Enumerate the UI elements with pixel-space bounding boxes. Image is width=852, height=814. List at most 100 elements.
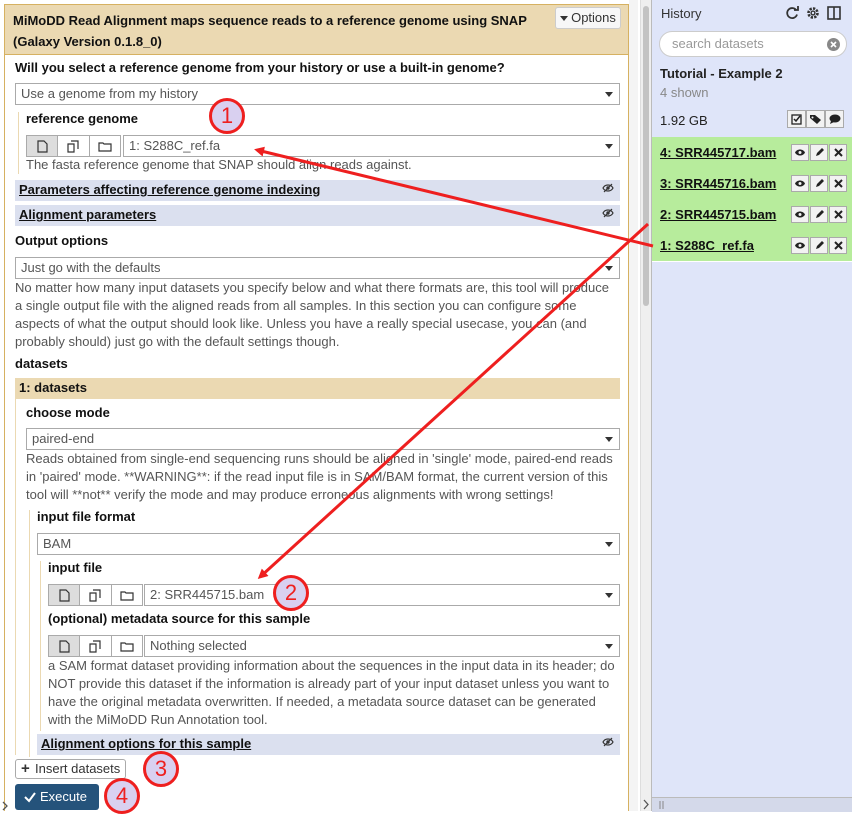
repeat-block-title: 1: datasets xyxy=(15,378,620,399)
eye-icon[interactable] xyxy=(791,206,809,223)
check-icon xyxy=(24,784,36,810)
history-name[interactable]: Tutorial - Example 2 xyxy=(660,66,783,81)
help-line: with the MiMoDD Run Annotation tool. xyxy=(48,712,268,727)
pencil-icon[interactable] xyxy=(810,175,828,192)
input-file-select[interactable]: 2: SRR445715.bam xyxy=(144,584,620,606)
pencil-icon[interactable] xyxy=(810,206,828,223)
collection-folder-icon[interactable] xyxy=(90,136,120,156)
scrollbar-thumb[interactable] xyxy=(643,6,649,306)
execute-button[interactable]: Execute xyxy=(15,784,99,810)
help-line: No matter how many input datasets you sp… xyxy=(15,280,609,295)
eye-icon[interactable] xyxy=(791,175,809,192)
genome-source-select[interactable]: Use a genome from my history xyxy=(15,83,620,105)
dataset-actions xyxy=(790,175,847,192)
tags-icon[interactable] xyxy=(806,110,825,128)
multiple-datasets-icon[interactable] xyxy=(58,136,90,156)
conditional-border xyxy=(29,510,30,757)
delete-x-icon[interactable] xyxy=(829,175,847,192)
datasets-label: datasets xyxy=(15,356,68,371)
caret-down-icon xyxy=(605,542,613,547)
choose-mode-value: paired-end xyxy=(32,431,95,446)
help-line: a SAM format dataset providing informati… xyxy=(48,658,615,673)
pencil-icon[interactable] xyxy=(810,237,828,254)
output-options-label: Output options xyxy=(15,233,109,248)
select-checkbox-icon[interactable] xyxy=(787,110,806,128)
input-file-mode-buttons xyxy=(48,584,143,606)
collection-folder-icon[interactable] xyxy=(112,636,142,656)
single-dataset-icon[interactable] xyxy=(27,136,59,156)
help-line: tool will **not** verify the mode and ma… xyxy=(26,487,554,502)
history-dataset-1[interactable]: 1: S288C_ref.fa xyxy=(652,230,852,262)
help-line: probably should) just go with the defaul… xyxy=(15,334,340,349)
annotation-badge-4: 4 xyxy=(104,778,140,814)
choose-mode-select[interactable]: paired-end xyxy=(26,428,620,450)
caret-down-icon xyxy=(560,16,569,22)
metadata-select[interactable]: Nothing selected xyxy=(144,635,620,657)
clear-search-icon[interactable] xyxy=(827,38,840,51)
output-options-value: Just go with the defaults xyxy=(21,260,161,275)
caret-down-icon xyxy=(605,644,613,649)
scroll-left-icon[interactable] xyxy=(0,800,10,811)
help-line: Reads obtained from single-end sequencin… xyxy=(26,451,613,466)
history-dataset-2[interactable]: 2: SRR445715.bam xyxy=(652,199,852,231)
gear-icon[interactable] xyxy=(806,6,820,20)
reference-genome-label: reference genome xyxy=(26,111,138,126)
metadata-help: a SAM format dataset providing informati… xyxy=(48,657,624,729)
eye-icon[interactable] xyxy=(791,237,809,254)
refresh-icon[interactable] xyxy=(785,6,799,20)
scroll-right-icon[interactable] xyxy=(640,798,651,811)
reference-genome-select[interactable]: 1: S288C_ref.fa xyxy=(123,135,620,157)
pencil-icon[interactable] xyxy=(810,144,828,161)
section-sample-options[interactable]: Alignment options for this sample xyxy=(37,734,620,755)
help-line: in 'paired' mode. **WARNING**: if the re… xyxy=(26,469,608,484)
dataset-title[interactable]: 4: SRR445717.bam xyxy=(660,145,776,160)
delete-x-icon[interactable] xyxy=(829,206,847,223)
columns-icon[interactable] xyxy=(827,6,841,20)
caret-down-icon xyxy=(605,92,613,97)
section-indexing-title: Parameters affecting reference genome in… xyxy=(19,182,321,197)
history-resize-handle[interactable] xyxy=(652,797,852,812)
multiple-datasets-icon[interactable] xyxy=(80,585,112,605)
input-format-select[interactable]: BAM xyxy=(37,533,620,555)
dataset-title[interactable]: 3: SRR445716.bam xyxy=(660,176,776,191)
dataset-title[interactable]: 2: SRR445715.bam xyxy=(660,207,776,222)
collection-folder-icon[interactable] xyxy=(112,585,142,605)
help-line: NOT provide this dataset if the informat… xyxy=(48,676,610,691)
metadata-value: Nothing selected xyxy=(150,638,247,653)
history-dataset-4[interactable]: 4: SRR445717.bam xyxy=(652,137,852,169)
choose-mode-label: choose mode xyxy=(26,405,110,420)
single-dataset-icon[interactable] xyxy=(49,585,81,605)
section-indexing[interactable]: Parameters affecting reference genome in… xyxy=(15,180,620,201)
metadata-label: (optional) metadata source for this samp… xyxy=(48,611,311,626)
genome-question: Will you select a reference genome from … xyxy=(15,60,505,75)
insert-datasets-button[interactable]: + Insert datasets xyxy=(15,759,126,779)
multiple-datasets-icon[interactable] xyxy=(80,636,112,656)
eye-icon[interactable] xyxy=(791,144,809,161)
search-input[interactable]: search datasets xyxy=(659,31,847,57)
annotation-comment-icon[interactable] xyxy=(825,110,844,128)
grip-icon xyxy=(658,800,666,810)
panel-splitter[interactable] xyxy=(629,0,638,811)
section-alignment[interactable]: Alignment parameters xyxy=(15,205,620,226)
reference-genome-mode-buttons xyxy=(26,135,121,157)
single-dataset-icon[interactable] xyxy=(49,636,81,656)
eye-slash-icon[interactable] xyxy=(602,183,614,193)
eye-slash-icon[interactable] xyxy=(602,208,614,218)
delete-x-icon[interactable] xyxy=(829,237,847,254)
dataset-actions xyxy=(790,237,847,254)
history-title: History xyxy=(661,6,702,21)
delete-x-icon[interactable] xyxy=(829,144,847,161)
options-label: Options xyxy=(571,10,616,25)
options-button[interactable]: Options xyxy=(555,7,621,29)
history-dataset-3[interactable]: 3: SRR445716.bam xyxy=(652,168,852,200)
output-options-select[interactable]: Just go with the defaults xyxy=(15,257,620,279)
dataset-title[interactable]: 1: S288C_ref.fa xyxy=(660,238,754,253)
eye-slash-icon[interactable] xyxy=(602,737,614,747)
choose-mode-help: Reads obtained from single-end sequencin… xyxy=(26,450,624,504)
history-size: 1.92 GB xyxy=(660,113,708,128)
search-placeholder: search datasets xyxy=(672,36,764,51)
help-line: a single output file with the aligned re… xyxy=(15,298,577,313)
input-file-value: 2: SRR445715.bam xyxy=(150,587,265,602)
genome-source-value: Use a genome from my history xyxy=(21,86,199,101)
repeat-border xyxy=(15,399,16,755)
